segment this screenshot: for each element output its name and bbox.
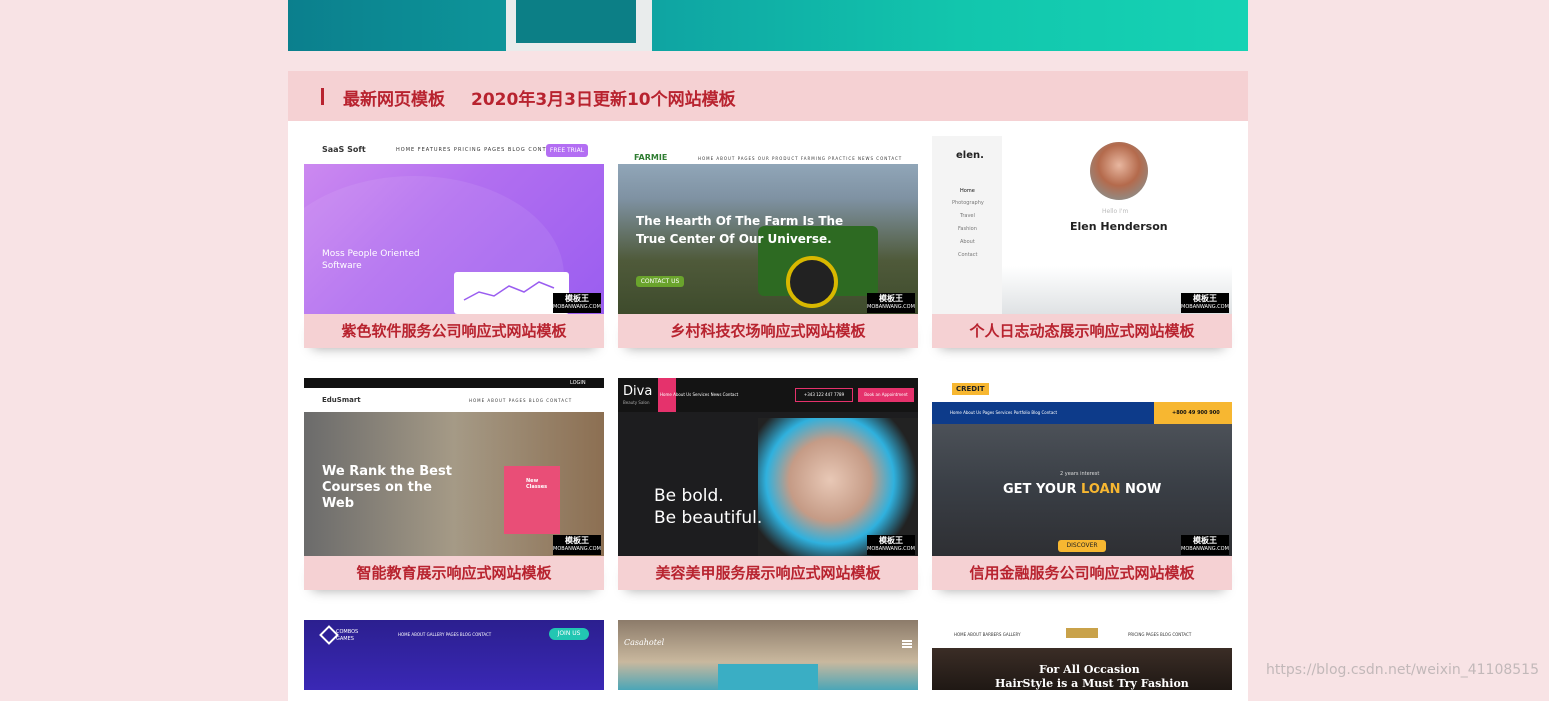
section-header: 最新网页模板 2020年3月3日更新10个网站模板	[288, 71, 1248, 121]
thumb-logo	[1066, 628, 1098, 638]
thumb-nav: SaaS Soft HOME FEATURES PRICING PAGES BL…	[304, 136, 604, 164]
thumb-nav: Diva Beauty Salon Home About Us Services…	[618, 378, 918, 412]
section-subtitle[interactable]: 2020年3月3日更新10个网站模板	[471, 85, 736, 110]
thumb-nav: FARMIE HOME ABOUT PAGES OUR PRODUCT FARM…	[618, 136, 918, 164]
pool-shape	[718, 664, 818, 690]
template-thumbnail[interactable]: LOGIN EduSmart HOME ABOUT PAGES BLOG CON…	[304, 378, 604, 556]
top-banner[interactable]	[288, 0, 1248, 51]
template-card[interactable]: Diva Beauty Salon Home About Us Services…	[618, 378, 918, 590]
template-title[interactable]: 乡村科技农场响应式网站模板	[618, 314, 918, 348]
mobanwang-badge: 模板王 MOBANWANG.COM	[553, 535, 601, 555]
menu-icon	[902, 640, 912, 642]
thumb-dashboard-mock	[454, 272, 569, 314]
thumb-nav: EduSmart HOME ABOUT PAGES BLOG CONTACT	[304, 388, 604, 412]
template-thumbnail[interactable]: FARMIE HOME ABOUT PAGES OUR PRODUCT FARM…	[618, 136, 918, 314]
section-accent-bar	[321, 88, 324, 105]
banner-frame	[506, 0, 652, 51]
template-title[interactable]: 信用金融服务公司响应式网站模板	[932, 556, 1232, 590]
template-thumbnail[interactable]: SaaS Soft HOME FEATURES PRICING PAGES BL…	[304, 136, 604, 314]
template-thumbnail[interactable]: Diva Beauty Salon Home About Us Services…	[618, 378, 918, 556]
thumb-logo: SaaS Soft	[322, 145, 366, 154]
template-thumbnail[interactable]: COMBOS GAMES HOME ABOUT GALLERY PAGES BL…	[304, 620, 604, 690]
template-title[interactable]: 智能教育展示响应式网站模板	[304, 556, 604, 590]
mobanwang-badge: 模板王 MOBANWANG.COM	[1181, 293, 1229, 313]
template-card[interactable]: FARMIE HOME ABOUT PAGES OUR PRODUCT FARM…	[618, 136, 918, 348]
template-thumbnail[interactable]: Casahotel	[618, 620, 918, 690]
mobanwang-badge: 模板王 MOBANWANG.COM	[867, 293, 915, 313]
thumb-nav: Home About Us Pages Services Portfolio B…	[932, 402, 1232, 424]
template-card[interactable]: LOGIN EduSmart HOME ABOUT PAGES BLOG CON…	[304, 378, 604, 590]
template-card[interactable]: elen. Home Photography Travel Fashion Ab…	[932, 136, 1232, 348]
template-thumbnail[interactable]: CREDIT Home About Us Pages Services Port…	[932, 378, 1232, 556]
avatar	[1090, 142, 1148, 200]
thumb-sidebar: elen. Home Photography Travel Fashion Ab…	[932, 136, 1002, 314]
section-title[interactable]: 最新网页模板	[343, 85, 445, 110]
mobanwang-badge: 模板王 MOBANWANG.COM	[867, 535, 915, 555]
template-card[interactable]: Casahotel	[618, 620, 918, 690]
mobanwang-badge: 模板王 MOBANWANG.COM	[553, 293, 601, 313]
thumb-logo: FARMIE	[634, 153, 668, 162]
template-title[interactable]: 美容美甲服务展示响应式网站模板	[618, 556, 918, 590]
template-card[interactable]: SaaS Soft HOME FEATURES PRICING PAGES BL…	[304, 136, 604, 348]
mobanwang-badge: 模板王 MOBANWANG.COM	[1181, 535, 1229, 555]
page-watermark: https://blog.csdn.net/weixin_41108515	[1265, 662, 1539, 678]
template-thumbnail[interactable]: HOME ABOUT BARBERS GALLERY PRICING PAGES…	[932, 620, 1232, 690]
new-classes-box: New Classes	[504, 466, 560, 534]
template-title[interactable]: 紫色软件服务公司响应式网站模板	[304, 314, 604, 348]
template-card[interactable]: HOME ABOUT BARBERS GALLERY PRICING PAGES…	[932, 620, 1232, 690]
template-title[interactable]: 个人日志动态展示响应式网站模板	[932, 314, 1232, 348]
template-card[interactable]: COMBOS GAMES HOME ABOUT GALLERY PAGES BL…	[304, 620, 604, 690]
template-card[interactable]: CREDIT Home About Us Pages Services Port…	[932, 378, 1232, 590]
template-thumbnail[interactable]: elen. Home Photography Travel Fashion Ab…	[932, 136, 1232, 314]
